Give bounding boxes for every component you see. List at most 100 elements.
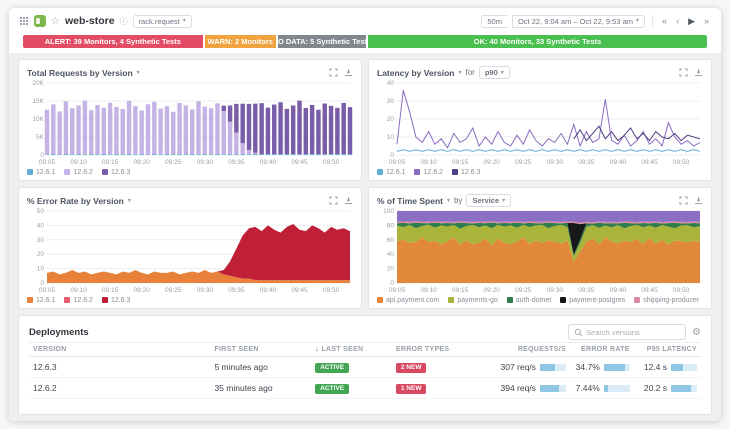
col-last-seen[interactable]: ↓ LAST SEEN — [311, 343, 392, 357]
latency-by-version-chart[interactable]: 01020304009:0509:1009:1509:2009:2509:300… — [377, 80, 703, 166]
search-box[interactable] — [568, 324, 686, 340]
error-rate-by-version-chart[interactable]: 0102030405009:0509:1009:1509:2009:2509:3… — [27, 208, 353, 294]
date-range-selector[interactable]: Oct 22, 9:04 am – Oct 22, 9:53 am ▾ — [512, 15, 645, 28]
svg-text:40: 40 — [387, 251, 395, 258]
time-spent-by-service-chart[interactable]: 02040608010009:0509:1009:1509:2009:2509:… — [377, 208, 703, 294]
col-error-rate[interactable]: ERROR RATE — [570, 343, 634, 357]
alert-segment-nodata[interactable]: NO DATA: 5 Synthetic Tests — [278, 35, 366, 48]
svg-text:0: 0 — [390, 280, 394, 287]
table-row[interactable]: 12.6.3 5 minutes ago ACTIVE 2 NEW 307 re… — [29, 357, 701, 378]
svg-text:09:25: 09:25 — [515, 159, 532, 166]
svg-text:09:10: 09:10 — [420, 287, 437, 294]
expand-icon[interactable] — [329, 68, 338, 77]
legend-item[interactable]: 12.6.1 — [27, 169, 55, 176]
jump-forward-icon[interactable]: » — [702, 16, 711, 26]
info-icon[interactable]: ⓘ — [120, 16, 128, 27]
chart-legend: api.payment.com payments-go auth-dotnet pay… — [377, 294, 703, 306]
export-icon[interactable] — [694, 68, 703, 77]
alert-segment-warn[interactable]: WARN: 2 Monitors — [205, 35, 276, 48]
col-requests[interactable]: REQUESTS/S — [493, 343, 570, 357]
requests-bar — [540, 364, 566, 371]
svg-text:09:35: 09:35 — [228, 159, 245, 166]
export-icon[interactable] — [694, 196, 703, 205]
legend-item[interactable]: shipping-producer — [634, 297, 699, 304]
svg-text:30: 30 — [37, 237, 45, 244]
col-error-types[interactable]: ERROR TYPES — [392, 343, 493, 357]
svg-text:09:45: 09:45 — [641, 287, 658, 294]
svg-text:09:15: 09:15 — [452, 287, 469, 294]
legend-item[interactable]: 12.6.2 — [64, 169, 92, 176]
svg-text:40: 40 — [387, 80, 395, 87]
svg-text:09:15: 09:15 — [452, 159, 469, 166]
legend-item[interactable]: 12.6.2 — [64, 297, 92, 304]
export-icon[interactable] — [344, 68, 353, 77]
legend-item[interactable]: 12.6.3 — [102, 297, 130, 304]
legend-item[interactable]: 12.6.3 — [102, 169, 130, 176]
legend-item[interactable]: 12.6.3 — [452, 169, 480, 176]
panel-error-rate: % Error Rate by Version ▾ 0102030405009:… — [18, 187, 362, 309]
panel-latency: Latency by Version ▾ for p90 ▾ 010203040… — [368, 59, 712, 181]
percentile-selector[interactable]: p90 ▾ — [479, 66, 510, 79]
apps-grid-icon[interactable] — [19, 16, 29, 26]
for-label: for — [466, 68, 475, 77]
play-icon[interactable]: ▶ — [686, 16, 697, 27]
alert-segment-alert[interactable]: ALERT: 39 Monitors, 4 Synthetic Tests — [23, 35, 203, 48]
expand-icon[interactable] — [329, 196, 338, 205]
svg-text:09:25: 09:25 — [515, 287, 532, 294]
svg-text:20: 20 — [387, 266, 395, 273]
chart-legend: 12.6.1 12.6.2 12.6.3 — [27, 294, 353, 306]
metric-selector[interactable]: rack.request ▾ — [133, 15, 192, 28]
svg-text:09:15: 09:15 — [102, 287, 119, 294]
legend-item[interactable]: 12.6.1 — [27, 297, 55, 304]
cell-version: 12.6.3 — [29, 357, 210, 378]
col-first-seen[interactable]: FIRST SEEN — [210, 343, 311, 357]
svg-text:09:50: 09:50 — [673, 287, 690, 294]
favorite-star-icon[interactable]: ☆ — [51, 16, 60, 27]
col-version[interactable]: VERSION — [29, 343, 210, 357]
group-by-selector-label: Service — [472, 196, 499, 205]
error-types-badge[interactable]: 1 NEW — [396, 384, 427, 394]
status-badge: ACTIVE — [315, 384, 349, 394]
jump-back-icon[interactable]: « — [660, 16, 669, 26]
legend-item[interactable]: payment-postgres — [560, 297, 625, 304]
legend-item[interactable]: 12.6.2 — [414, 169, 442, 176]
error-rate-chart[interactable]: 0102030405009:0509:1009:1509:2009:2509:3… — [27, 208, 353, 294]
time-spent-chart[interactable]: 02040608010009:0509:1009:1509:2009:2509:… — [377, 208, 703, 294]
chevron-down-icon[interactable]: ▾ — [447, 198, 450, 204]
chevron-down-icon[interactable]: ▾ — [458, 70, 461, 76]
legend-item[interactable]: auth-dotnet — [507, 297, 551, 304]
group-by-selector[interactable]: Service ▾ — [466, 194, 511, 207]
panel-total-requests: Total Requests by Version ▾ 05K10K15K20K… — [18, 59, 362, 181]
latency-chart[interactable]: 01020304009:0509:1009:1509:2009:2509:300… — [377, 80, 703, 166]
topbar: ☆ web-store ⓘ rack.request ▾ 50m Oct 22,… — [9, 8, 721, 34]
step-back-icon[interactable]: ‹ — [674, 16, 681, 26]
legend-item[interactable]: payments-go — [448, 297, 497, 304]
settings-gear-icon[interactable]: ⚙ — [692, 327, 701, 338]
legend-item[interactable]: 12.6.1 — [377, 169, 405, 176]
svg-text:09:10: 09:10 — [70, 159, 87, 166]
svg-text:09:15: 09:15 — [102, 159, 119, 166]
svg-text:15K: 15K — [32, 98, 44, 105]
expand-icon[interactable] — [679, 68, 688, 77]
panel-title: % Error Rate by Version — [27, 196, 124, 206]
dashboard-content: Total Requests by Version ▾ 05K10K15K20K… — [9, 53, 721, 421]
table-row[interactable]: 12.6.2 35 minutes ago ACTIVE 1 NEW 394 r… — [29, 378, 701, 399]
time-range-preset[interactable]: 50m — [481, 15, 507, 28]
svg-text:09:20: 09:20 — [484, 287, 501, 294]
alert-segment-ok[interactable]: OK: 40 Monitors, 33 Synthetic Tests — [368, 35, 707, 48]
chevron-down-icon[interactable]: ▾ — [128, 198, 131, 204]
error-types-badge[interactable]: 2 NEW — [396, 363, 427, 373]
export-icon[interactable] — [344, 196, 353, 205]
svg-text:09:05: 09:05 — [389, 287, 406, 294]
expand-icon[interactable] — [679, 196, 688, 205]
svg-text:10K: 10K — [32, 116, 44, 123]
chevron-down-icon[interactable]: ▾ — [137, 70, 140, 76]
svg-text:60: 60 — [387, 237, 395, 244]
total-requests-by-version-chart[interactable]: 05K10K15K20K09:0509:1009:1509:2009:2509:… — [27, 80, 353, 166]
legend-item[interactable]: api.payment.com — [377, 297, 439, 304]
search-input[interactable] — [586, 328, 676, 337]
cell-requests: 394 req/s — [500, 383, 535, 393]
total-requests-chart[interactable]: 05K10K15K20K09:0509:1009:1509:2009:2509:… — [27, 80, 353, 166]
col-p95-latency[interactable]: P95 LATENCY — [634, 343, 701, 357]
svg-text:09:10: 09:10 — [420, 159, 437, 166]
